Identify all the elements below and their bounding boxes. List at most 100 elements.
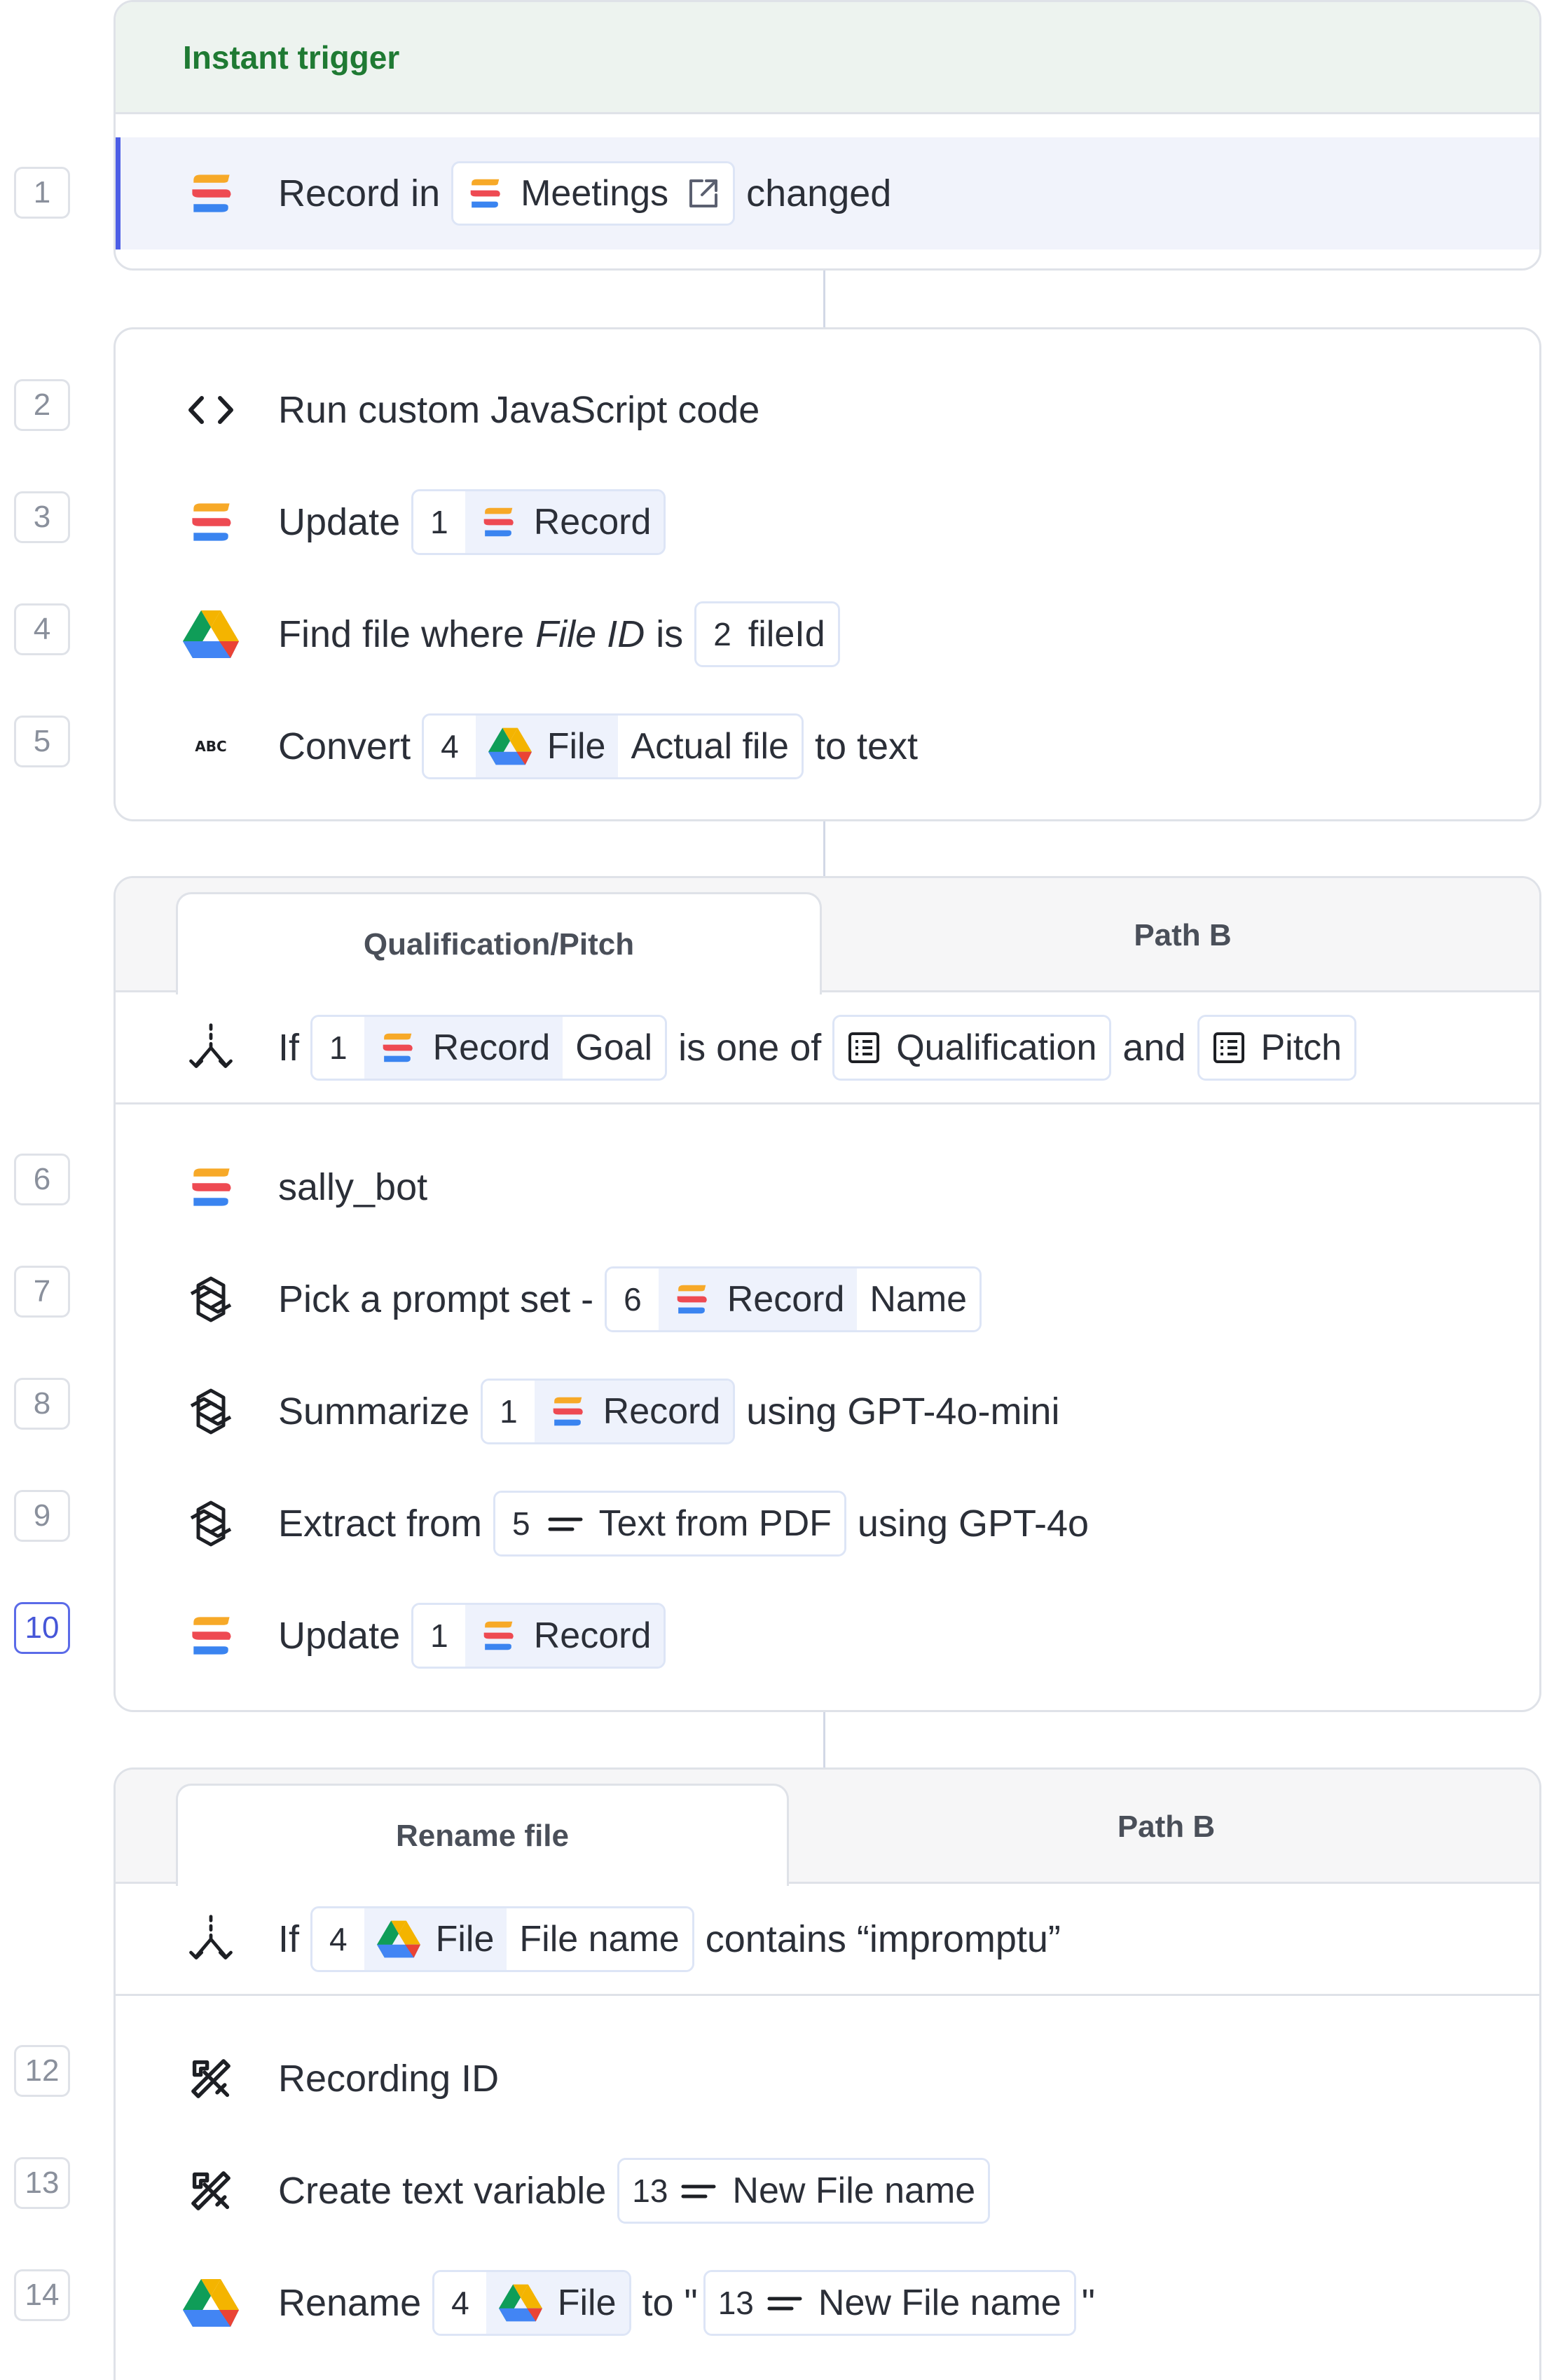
record-goal-pill[interactable]: 1 Record Goal [310,1014,668,1081]
ref-step-number: 4 [312,1908,364,1970]
ref-step-number: 1 [312,1016,364,1079]
meetings-table-pill[interactable]: Meetings [451,161,736,226]
path-card-qualification: Qualification/Pitch Path B If 1 Record G… [114,876,1541,1712]
record-name-pill[interactable]: 6 Record Name [605,1266,982,1332]
step-row[interactable]: Rename 4 File to " 13 New File name " [116,2250,1539,2355]
file-reference-pill[interactable]: 4 File Actual file [422,713,804,779]
ref-step-number: 5 [495,1493,547,1554]
step-text: Find file where [278,613,525,655]
google-drive-icon [183,606,239,662]
google-drive-icon [377,1920,420,1959]
step-row[interactable]: Update 1 Record [116,1583,1539,1688]
step-text: to " [642,2282,698,2324]
step-number-active[interactable]: 10 [14,1602,70,1654]
tab-path-b[interactable]: Path B [822,878,1539,992]
new-file-name-pill[interactable]: 13 New File name [703,2270,1076,2336]
google-drive-icon [488,727,532,766]
text-abc-icon: ABC [183,718,239,774]
tab-qualification-pitch[interactable]: Qualification/Pitch [176,892,822,994]
trigger-title: Instant trigger [183,39,400,76]
step-text: Rename [278,2282,422,2324]
step-number[interactable]: 6 [14,1154,70,1205]
connector-line [823,1712,825,1768]
trigger-prefix: Record in [278,172,441,214]
ref-field: Name [857,1268,980,1330]
ref-label: Record [727,1279,845,1320]
option-pill-qualification[interactable]: Qualification [832,1014,1112,1081]
condition-row[interactable]: If 1 Record Goal is one of Qualification… [116,992,1539,1104]
step-number[interactable]: 3 [14,491,70,543]
new-file-name-pill[interactable]: 13 New File name [617,2158,991,2224]
step-text: to text [814,725,919,767]
option-label: Pitch [1260,1027,1342,1068]
step-row[interactable]: Pick a prompt set - 6 Record Name [116,1247,1539,1352]
branch-split-icon [183,1020,239,1076]
svg-text:ABC: ABC [195,738,226,755]
sally-logo-icon [478,1615,518,1656]
ref-field: File name [507,1908,692,1970]
text-lines-icon [766,2286,803,2320]
file-name-pill[interactable]: 4 File File name [310,1906,694,1972]
step-row[interactable]: Run custom JavaScript code [116,357,1539,463]
record-reference-pill[interactable]: 1 Record [481,1379,736,1444]
ref-label: Record [533,502,652,542]
trigger-step-row[interactable]: Record in Meetings changed [116,137,1539,249]
option-pill-pitch[interactable]: Pitch [1197,1014,1357,1081]
step-row[interactable]: Create text variable 13 New File name [116,2138,1539,2243]
ref-label: fileId [748,603,838,665]
step-number[interactable]: 1 [14,167,70,219]
step-row[interactable]: Summarize 1 Record using GPT-4o-mini [116,1359,1539,1464]
trigger-suffix: changed [746,172,892,214]
step-row[interactable]: sally_bot [116,1135,1539,1240]
step-number[interactable]: 2 [14,379,70,431]
step-text: using GPT-4o [857,1503,1089,1545]
step-row[interactable]: Find file where File ID is 2 fileId [116,582,1539,687]
step-number[interactable]: 13 [14,2157,70,2209]
step-number[interactable]: 7 [14,1266,70,1318]
operator: is one of [678,1026,822,1069]
step-number[interactable]: 12 [14,2045,70,2097]
step-row[interactable]: Update 1 Record [116,470,1539,575]
sally-logo-icon [183,1608,239,1664]
tab-rename-file[interactable]: Rename file [176,1784,789,1886]
step-number[interactable]: 5 [14,716,70,767]
ref-step-number: 1 [413,491,465,553]
openai-icon [183,1496,239,1552]
tab-path-b[interactable]: Path B [789,1770,1539,1884]
text-lines-icon [547,1507,584,1540]
file-reference-pill[interactable]: 4 File [432,2270,631,2336]
condition-row[interactable]: If 4 File File name contains “impromptu” [116,1884,1539,1996]
record-reference-pill[interactable]: 1 Record [411,1603,666,1669]
step-text: Update [278,1615,401,1657]
text-from-pdf-pill[interactable]: 5 Text from PDF [493,1491,846,1557]
step-text: " [1081,2282,1095,2324]
sally-logo-icon [183,494,239,550]
external-link-icon[interactable] [687,177,720,210]
step-row[interactable]: ABC Convert 4 File Actual file to text [116,694,1539,799]
fileid-reference-pill[interactable]: 2 fileId [694,601,840,667]
record-reference-pill[interactable]: 1 Record [411,489,666,555]
ref-step-number: 4 [434,2272,486,2334]
list-option-icon [1212,1031,1246,1065]
step-number[interactable]: 4 [14,603,70,655]
if-label: If [278,1026,300,1069]
branch-split-icon [183,1911,239,1967]
sally-logo-icon [377,1027,418,1068]
connector-line [823,821,825,877]
step-number[interactable]: 14 [14,2269,70,2321]
ref-field: Goal [563,1016,666,1079]
text-lines-icon [680,2174,717,2208]
ref-label: File [557,2283,617,2323]
step-number[interactable]: 9 [14,1490,70,1542]
step-text: Extract from [278,1503,483,1545]
step-row[interactable]: Recording ID [116,2026,1539,2131]
sally-logo-icon [183,165,239,221]
ref-step-number: 4 [424,716,476,777]
step-number[interactable]: 8 [14,1378,70,1430]
ref-step-number: 13 [705,2272,766,2334]
step-row[interactable]: Extract from 5 Text from PDF using GPT-4… [116,1471,1539,1576]
path-tabs: Qualification/Pitch Path B [116,878,1539,994]
step-verb: Update [278,501,401,543]
ref-field: Actual file [618,716,802,777]
meetings-label: Meetings [521,173,669,214]
